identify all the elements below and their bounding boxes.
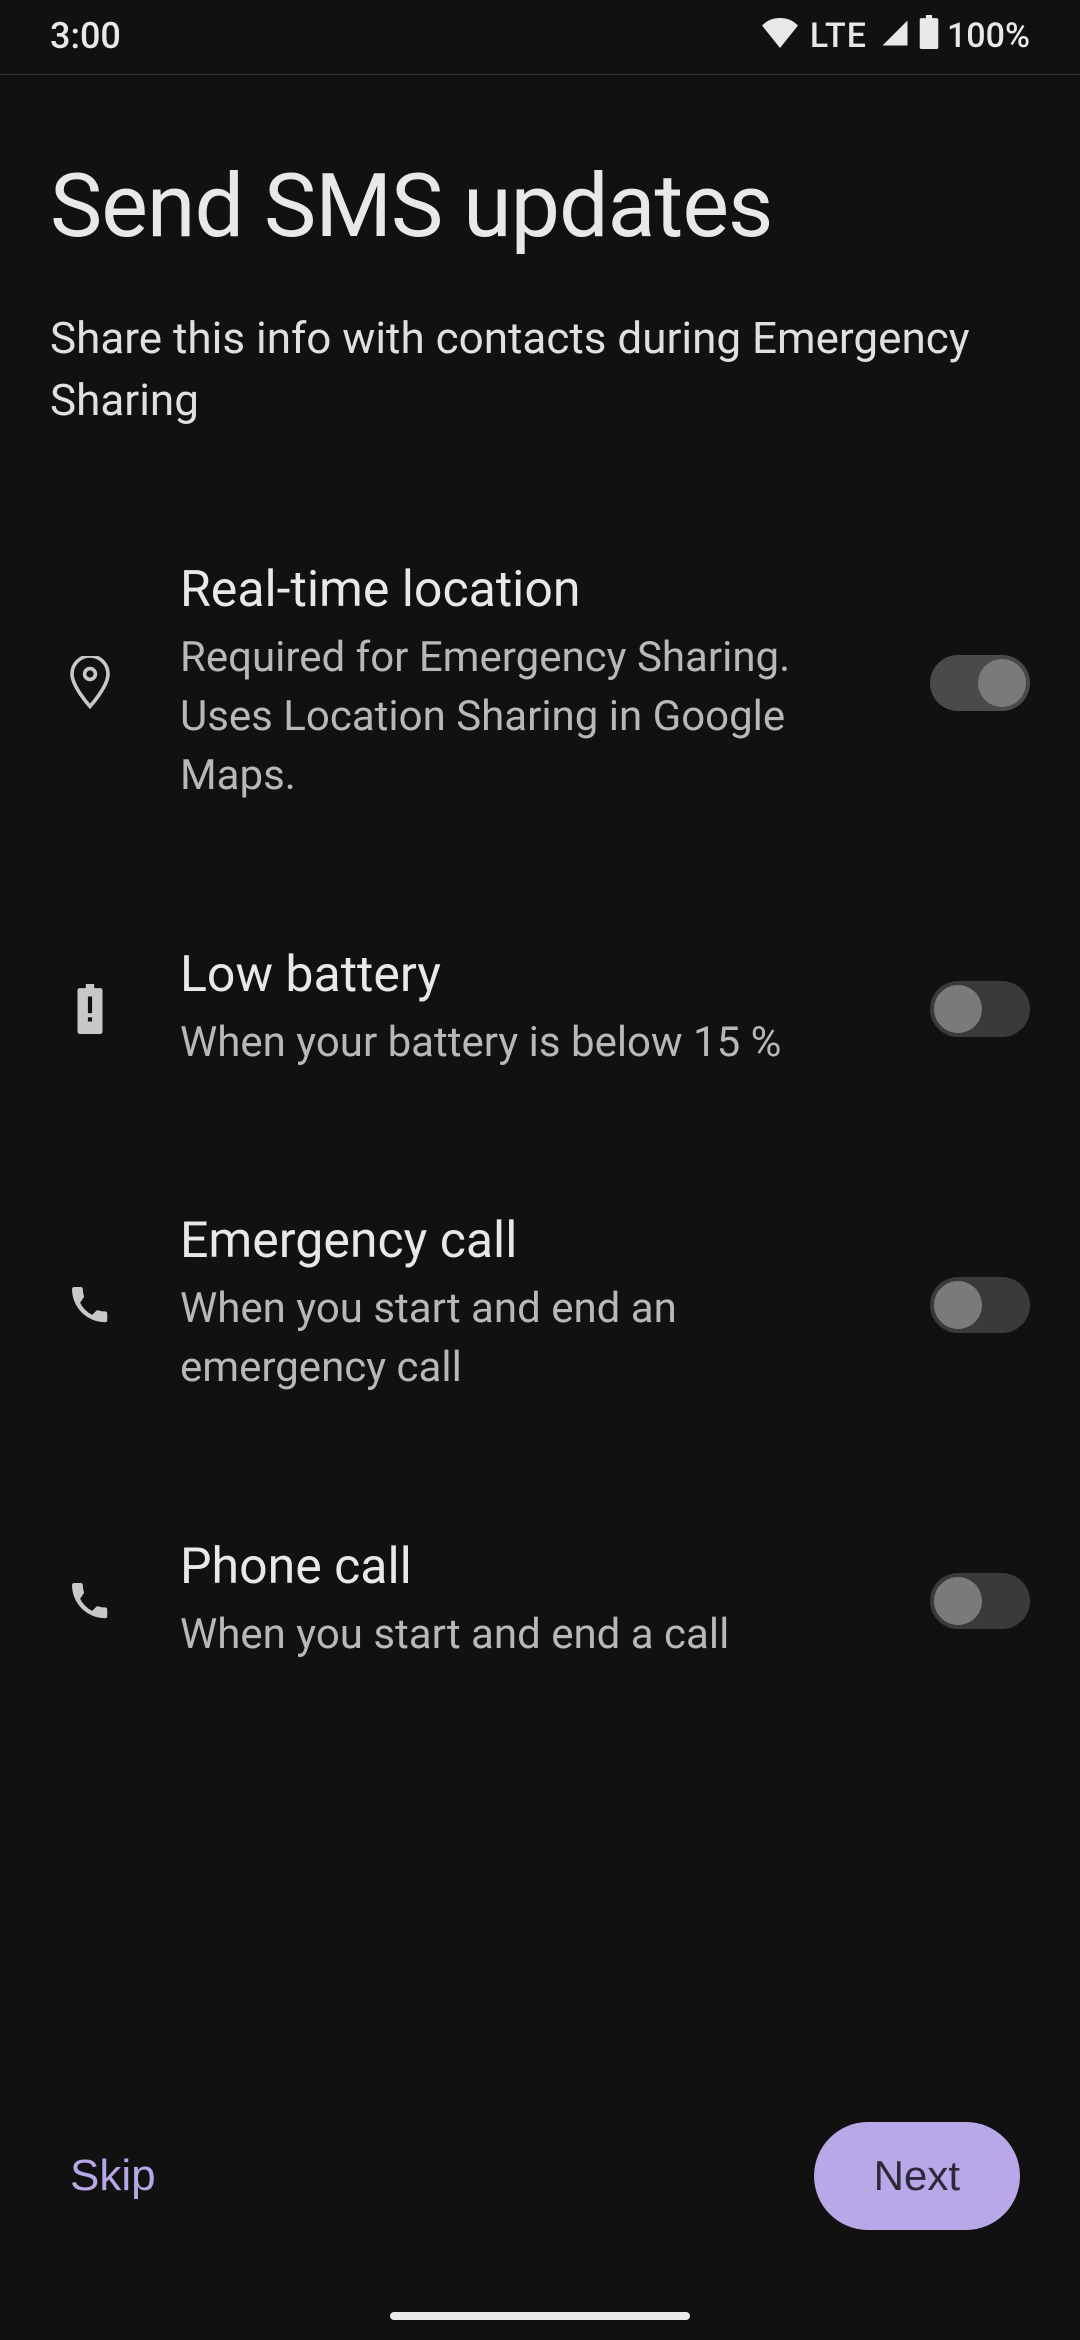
phone-icon [50,1579,130,1623]
option-text: Phone call When you start and end a call [180,1538,880,1665]
option-desc: When you start and end a call [180,1606,860,1665]
option-title: Low battery [180,946,860,1004]
toggle-thumb [934,1577,982,1625]
option-title: Phone call [180,1538,860,1596]
toggle-thumb [978,659,1026,707]
navigation-handle[interactable] [390,2312,690,2320]
status-bar: 3:00 LTE 100% [0,0,1080,72]
option-desc: Required for Emergency Sharing. Uses Loc… [180,629,860,805]
location-pin-icon [50,656,130,710]
option-phone-call[interactable]: Phone call When you start and end a call [50,1538,1030,1665]
options-list: Real-time location Required for Emergenc… [0,561,1080,1665]
wifi-icon [762,15,798,57]
option-desc: When your battery is below 15 % [180,1014,860,1073]
toggle-emergency-call[interactable] [930,1277,1030,1333]
option-desc: When you start and end an emergency call [180,1280,860,1398]
page-title: Send SMS updates [0,75,1080,288]
option-text: Emergency call When you start and end an… [180,1212,880,1398]
page-subtitle: Share this info with contacts during Eme… [0,288,1080,431]
status-indicators: LTE 100% [762,15,1030,58]
option-low-battery[interactable]: Low battery When your battery is below 1… [50,946,1030,1073]
option-title: Emergency call [180,1212,860,1270]
option-text: Low battery When your battery is below 1… [180,946,880,1073]
toggle-phone-call[interactable] [930,1573,1030,1629]
skip-button[interactable]: Skip [60,2131,166,2221]
toggle-thumb [934,1281,982,1329]
phone-icon [50,1283,130,1327]
toggle-low-battery[interactable] [930,981,1030,1037]
next-button[interactable]: Next [814,2122,1020,2230]
option-title: Real-time location [180,561,860,619]
signal-icon [879,15,911,57]
battery-alert-icon [50,984,130,1034]
footer: Skip Next [0,2122,1080,2230]
toggle-real-time-location[interactable] [930,655,1030,711]
option-real-time-location[interactable]: Real-time location Required for Emergenc… [50,561,1030,805]
option-text: Real-time location Required for Emergenc… [180,561,880,805]
battery-icon [919,15,939,58]
option-emergency-call[interactable]: Emergency call When you start and end an… [50,1212,1030,1398]
network-label: LTE [810,16,867,56]
status-time: 3:00 [50,15,121,57]
toggle-thumb [934,985,982,1033]
battery-percent: 100% [947,16,1030,56]
